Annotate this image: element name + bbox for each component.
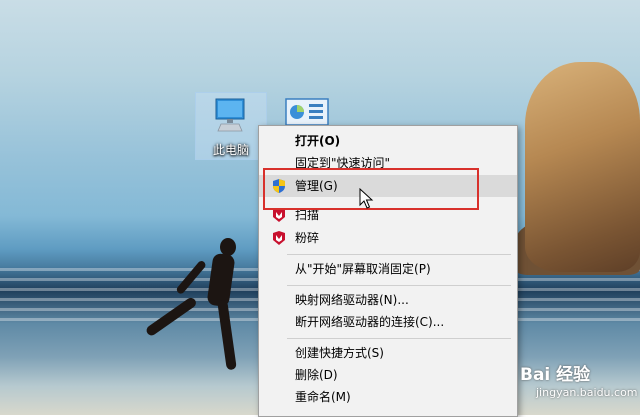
watermark-url: jingyan.baidu.com bbox=[536, 386, 638, 399]
computer-icon bbox=[215, 98, 245, 132]
menu-item-delete[interactable]: 删除(D) bbox=[259, 364, 517, 386]
control-panel-icon[interactable] bbox=[285, 98, 329, 126]
menu-item-label: 打开(O) bbox=[295, 134, 341, 148]
menu-item-disconnect-network-drive[interactable]: 断开网络驱动器的连接(C)... bbox=[259, 311, 517, 333]
menu-item-label: 重命名(M) bbox=[295, 390, 351, 404]
menu-item-rename[interactable]: 重命名(M) bbox=[259, 386, 517, 408]
menu-item-label: 映射网络驱动器(N)... bbox=[295, 293, 409, 307]
menu-item-open[interactable]: 打开(O) bbox=[259, 130, 517, 152]
menu-separator bbox=[287, 254, 511, 255]
menu-item-label: 创建快捷方式(S) bbox=[295, 346, 384, 360]
menu-item-shred[interactable]: 粉碎 bbox=[259, 227, 517, 249]
menu-item-create-shortcut[interactable]: 创建快捷方式(S) bbox=[259, 342, 517, 364]
sea-rock bbox=[525, 62, 640, 272]
mouse-cursor-icon bbox=[359, 188, 374, 209]
desktop-icon-label: 此电脑 bbox=[212, 143, 249, 157]
baidu-jingyan-watermark: Bai 经验 jingyan.baidu.com bbox=[518, 348, 640, 415]
menu-item-label: 从"开始"屏幕取消固定(P) bbox=[295, 262, 431, 276]
runner-silhouette bbox=[144, 238, 260, 388]
mcafee-icon bbox=[273, 231, 285, 245]
desktop-icon-this-pc[interactable]: 此电脑 bbox=[195, 92, 267, 160]
menu-separator bbox=[287, 338, 511, 339]
menu-item-unpin-start[interactable]: 从"开始"屏幕取消固定(P) bbox=[259, 258, 517, 280]
menu-item-label: 断开网络驱动器的连接(C)... bbox=[295, 315, 445, 329]
menu-item-label: 粉碎 bbox=[295, 231, 320, 245]
menu-separator bbox=[287, 285, 511, 286]
menu-item-map-network-drive[interactable]: 映射网络驱动器(N)... bbox=[259, 289, 517, 311]
menu-item-label: 删除(D) bbox=[295, 368, 338, 382]
watermark-brand: Bai 经验 bbox=[520, 365, 591, 385]
